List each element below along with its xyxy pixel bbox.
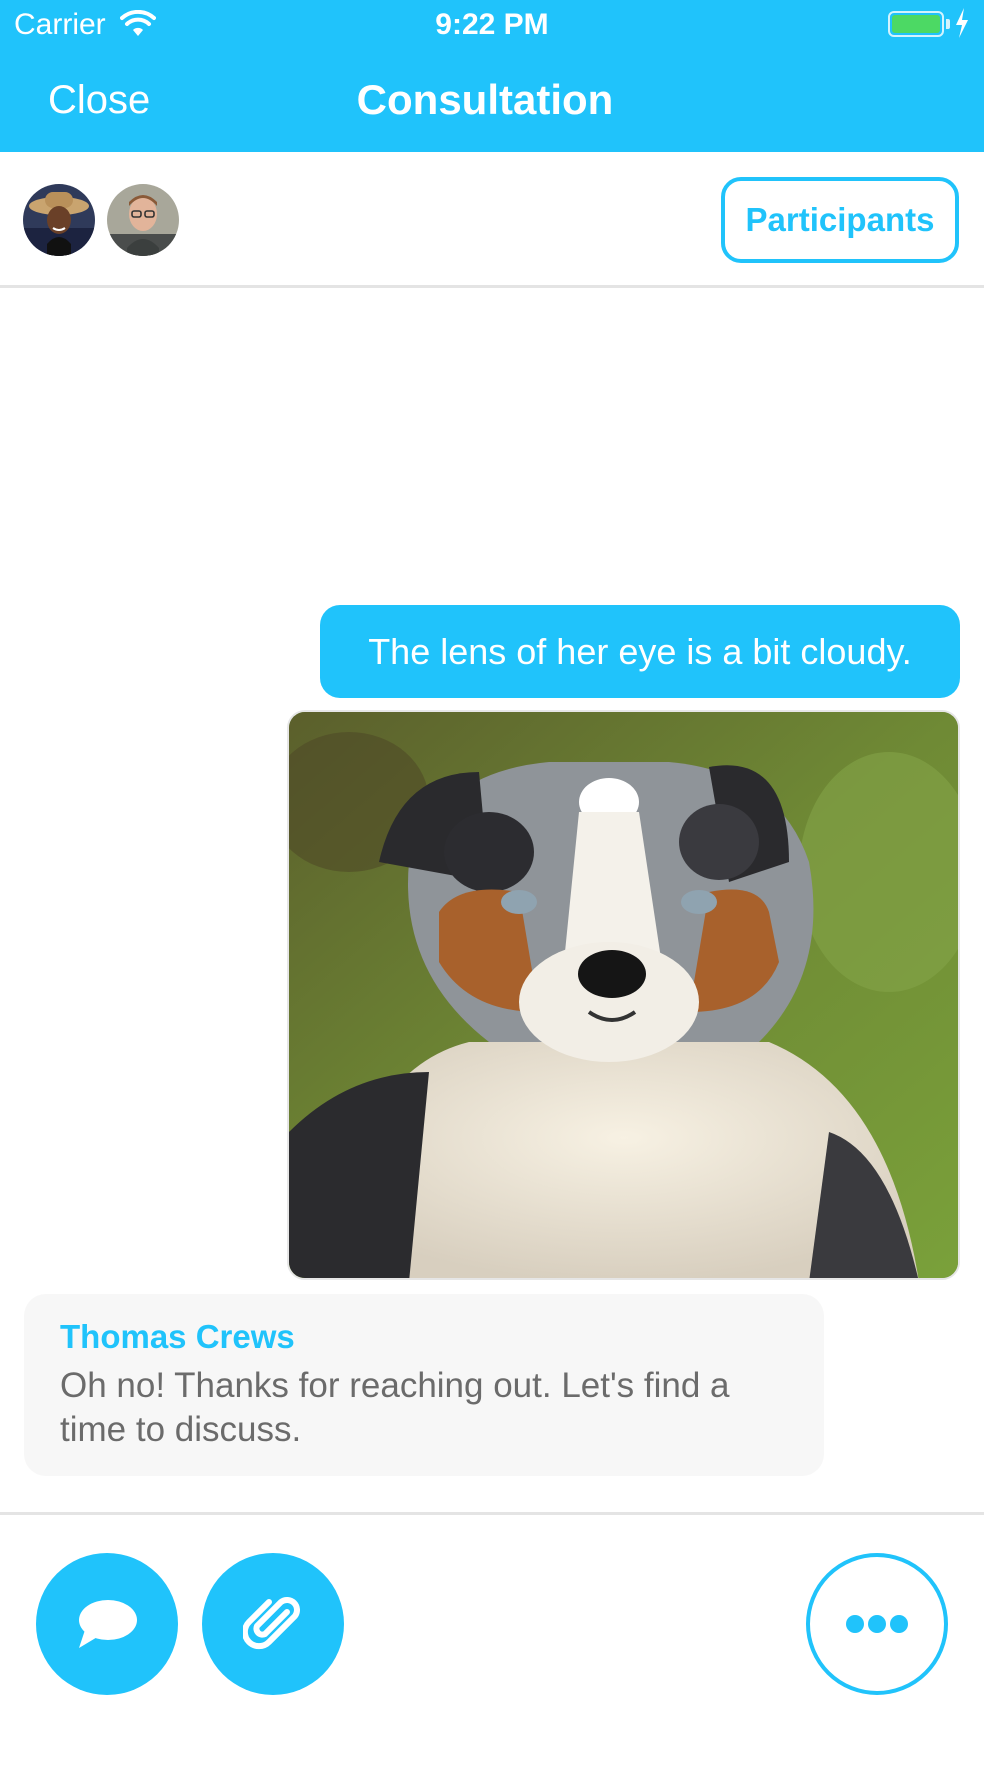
sender-name: Thomas Crews: [60, 1318, 295, 1355]
bottom-toolbar: [0, 1512, 984, 1778]
woman-with-hat-avatar: [23, 184, 95, 256]
status-bar: Carrier 9:22 PM: [0, 0, 984, 50]
incoming-message[interactable]: Thomas Crews Oh no! Thanks for reaching …: [24, 1294, 824, 1476]
battery-icon: [888, 11, 944, 37]
chat-button[interactable]: [36, 1553, 178, 1695]
avatar[interactable]: [107, 184, 179, 256]
page-title: Consultation: [0, 76, 984, 124]
message-text: The lens of her eye is a bit cloudy.: [368, 630, 912, 672]
page-title-text: Consultation: [356, 76, 614, 123]
status-time: 9:22 PM: [435, 8, 549, 41]
outgoing-message[interactable]: The lens of her eye is a bit cloudy.: [320, 605, 960, 698]
more-dots-icon: [846, 1615, 908, 1633]
dog-photo[interactable]: [287, 710, 960, 1280]
participants-button[interactable]: Participants: [721, 177, 959, 263]
battery-nub: [946, 19, 950, 29]
more-button[interactable]: [806, 1553, 948, 1695]
message-text: Oh no! Thanks for reaching out. Let's fi…: [60, 1366, 730, 1449]
participants-bar: Participants: [0, 152, 984, 288]
right-gutter: [984, 0, 1000, 1778]
consultation-screen: Carrier 9:22 PM Close Consultation Parti…: [0, 0, 984, 1778]
top-bar: Carrier 9:22 PM Close Consultation: [0, 0, 984, 152]
chat-bubble-icon: [79, 1600, 137, 1648]
attach-button[interactable]: [202, 1553, 344, 1695]
avatar[interactable]: [23, 184, 95, 256]
paperclip-icon: [243, 1597, 300, 1650]
man-with-glasses-avatar: [107, 184, 179, 256]
charging-bolt-icon: [954, 8, 970, 46]
dog-image: [289, 712, 958, 1278]
